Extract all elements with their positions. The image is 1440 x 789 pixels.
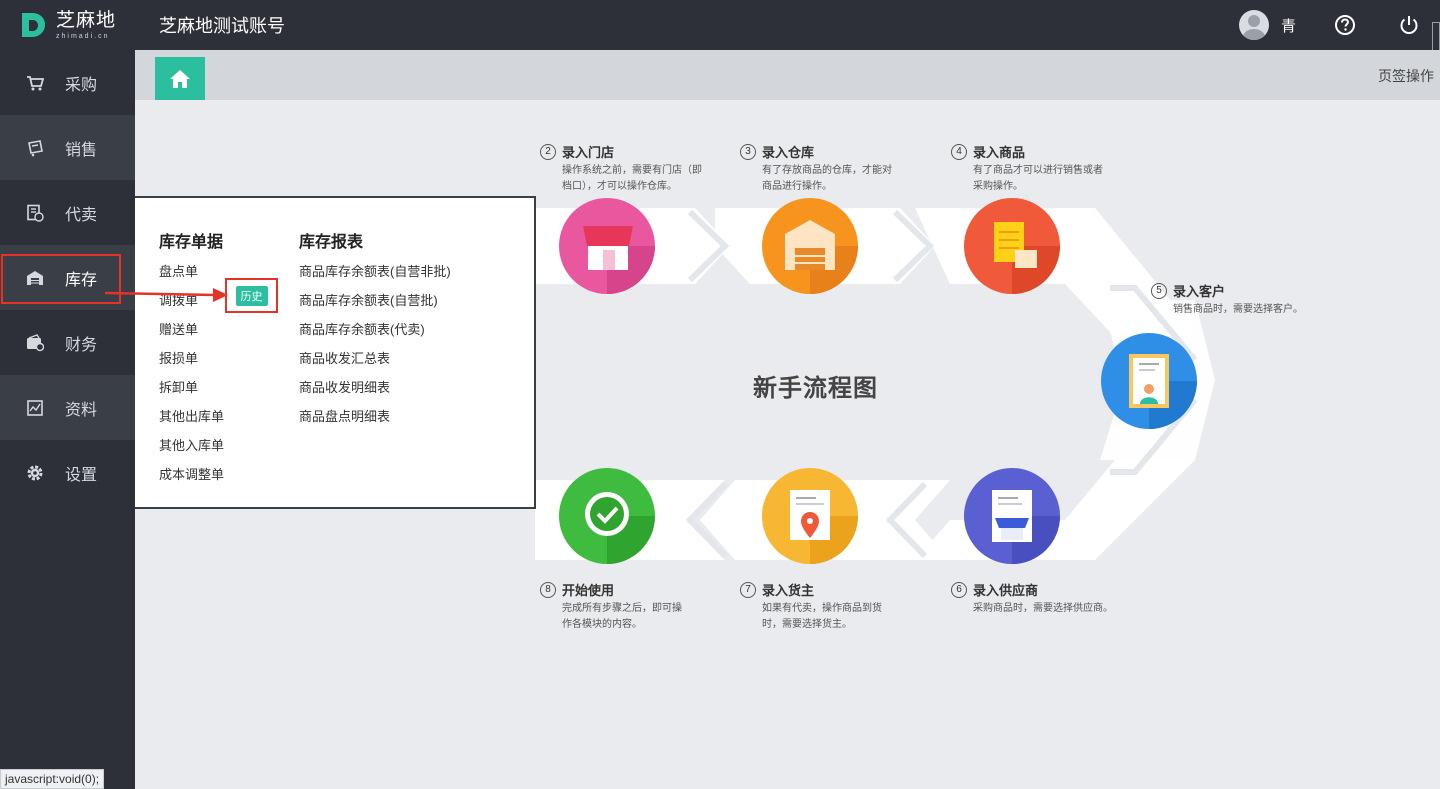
customer-icon — [1101, 333, 1197, 429]
step-desc: 操作系统之前，需要有门店（即档口），才可以操作仓库。 — [562, 165, 702, 192]
logo-icon — [22, 13, 45, 37]
step-title: 录入门店 — [562, 145, 615, 160]
step-start: 8 开始使用 完成所有步骤之后，即可操作各模块的内容。 — [540, 580, 687, 633]
step-number: 3 — [740, 143, 756, 160]
step-title: 录入仓库 — [762, 145, 815, 160]
sidebar-item-purchase[interactable]: 采购 — [0, 50, 135, 115]
sidebar-item-sales[interactable]: 销售 — [0, 115, 135, 180]
cart-icon — [25, 73, 45, 93]
annotation-arrow-icon — [104, 288, 228, 302]
step-owner: 7 录入货主 如果有代卖，操作商品到货时，需要选择货主。 — [740, 580, 887, 633]
menu-item-gift[interactable]: 赠送单 — [159, 322, 224, 351]
sidebar-item-finance[interactable]: 财务 — [0, 310, 135, 375]
menu-item-report-self-batch[interactable]: 商品库存余额表(自营批) — [299, 293, 451, 322]
menu-item-report-summary[interactable]: 商品收发汇总表 — [299, 351, 451, 380]
step-title: 录入供应商 — [973, 583, 1039, 598]
power-icon[interactable] — [1398, 14, 1420, 36]
step-title: 录入客户 — [1173, 284, 1226, 299]
home-icon — [170, 69, 190, 88]
warehouse-icon — [25, 268, 45, 288]
menu-col-title: 库存报表 — [299, 234, 364, 251]
step-warehouse: 3 录入仓库 有了存放商品的仓库，才能对商品进行操作。 — [740, 142, 897, 195]
menu-item-report-consign[interactable]: 商品库存余额表(代卖) — [299, 322, 451, 351]
step-title: 录入货主 — [762, 583, 815, 598]
sidebar-item-label: 资料 — [65, 401, 98, 419]
user-name[interactable]: 青 — [1281, 15, 1296, 36]
help-icon[interactable] — [1334, 14, 1356, 36]
step-number: 4 — [951, 143, 967, 160]
sidebar-item-label: 设置 — [65, 466, 98, 484]
avatar[interactable] — [1238, 10, 1269, 40]
sidebar-item-settings[interactable]: 设置 — [0, 440, 135, 505]
owner-icon — [762, 468, 858, 564]
logo-text-cn: 芝麻地 — [56, 9, 117, 31]
sidebar-item-consign[interactable]: 代卖 — [0, 180, 135, 245]
gear-icon — [25, 463, 45, 483]
menu-item-cost-adjust[interactable]: 成本调整单 — [159, 467, 224, 496]
consign-icon — [25, 203, 45, 223]
step-customer: 5 录入客户 销售商品时，需要选择客户。 — [1151, 281, 1333, 318]
sidebar-item-data[interactable]: 资料 — [0, 375, 135, 440]
step-desc: 完成所有步骤之后，即可操作各模块的内容。 — [562, 603, 682, 630]
logo-text-en: zhimadi.cn — [56, 32, 110, 40]
step-store: 2 录入门店 操作系统之前，需要有门店（即档口），才可以操作仓库。 — [540, 142, 707, 195]
step-desc: 如果有代卖，操作商品到货时，需要选择货主。 — [762, 603, 882, 630]
step-number: 8 — [540, 581, 556, 598]
menu-item-other-outbound[interactable]: 其他出库单 — [159, 409, 224, 438]
account-title: 芝麻地测试账号 — [159, 16, 285, 36]
sidebar-item-label: 库存 — [65, 271, 98, 289]
tab-home[interactable] — [155, 57, 205, 100]
inventory-menu-panel: 库存单据 盘点单 调拨单 赠送单 报损单 拆卸单 其他出库单 其他入库单 成本调… — [135, 196, 536, 509]
step-goods: 4 录入商品 有了商品才可以进行销售或者采购操作。 — [951, 142, 1108, 195]
status-bar: javascript:void(0); — [0, 769, 105, 789]
menu-col-documents: 库存单据 盘点单 调拨单 赠送单 报损单 拆卸单 其他出库单 其他入库单 成本调… — [159, 228, 224, 496]
sidebar-item-label: 代卖 — [65, 206, 98, 224]
tab-bar: 页签操作 — [135, 50, 1440, 100]
step-supplier: 6 录入供应商 采购商品时，需要选择供应商。 — [951, 580, 1133, 617]
finance-icon — [25, 333, 45, 353]
menu-col-title: 库存单据 — [159, 234, 224, 251]
sidebar-item-label: 销售 — [65, 141, 98, 159]
step-number: 2 — [540, 143, 556, 160]
supplier-icon — [964, 468, 1060, 564]
menu-item-report-self-nonbatch[interactable]: 商品库存余额表(自营非批) — [299, 264, 451, 293]
step-desc: 采购商品时，需要选择供应商。 — [973, 603, 1113, 614]
step-number: 7 — [740, 581, 756, 598]
menu-item-report-detail[interactable]: 商品收发明细表 — [299, 380, 451, 409]
goods-icon — [964, 198, 1060, 294]
store-icon — [559, 198, 655, 294]
data-icon — [25, 398, 45, 418]
step-title: 录入商品 — [973, 145, 1026, 160]
top-bar: 芝麻地 zhimadi.cn 芝麻地测试账号 青 — [0, 0, 1440, 78]
history-badge[interactable]: 历史 — [235, 285, 268, 306]
warehouse-circle-icon — [762, 198, 858, 294]
check-icon — [559, 468, 655, 564]
menu-item-report-stocktake[interactable]: 商品盘点明细表 — [299, 409, 451, 438]
page-ops-dropdown[interactable]: 页签操作 — [1378, 66, 1434, 86]
step-number: 6 — [951, 581, 967, 598]
step-desc: 销售商品时，需要选择客户。 — [1173, 304, 1303, 315]
menu-col-reports: 库存报表 商品库存余额表(自营非批) 商品库存余额表(自营批) 商品库存余额表(… — [299, 228, 451, 438]
sales-icon — [25, 138, 45, 158]
sidebar-item-label: 财务 — [65, 336, 98, 354]
sidebar: 采购 销售 代卖 库存 财务 资料 设置 — [0, 50, 135, 789]
sidebar-item-label: 采购 — [65, 76, 98, 94]
step-title: 开始使用 — [562, 583, 615, 598]
menu-item-disassembly[interactable]: 拆卸单 — [159, 380, 224, 409]
menu-item-other-inbound[interactable]: 其他入库单 — [159, 438, 224, 467]
menu-item-loss[interactable]: 报损单 — [159, 351, 224, 380]
step-desc: 有了存放商品的仓库，才能对商品进行操作。 — [762, 165, 892, 192]
step-desc: 有了商品才可以进行销售或者采购操作。 — [973, 165, 1103, 192]
flow-title: 新手流程图 — [753, 375, 878, 402]
logo[interactable]: 芝麻地 zhimadi.cn — [0, 0, 135, 50]
step-number: 5 — [1151, 282, 1167, 299]
